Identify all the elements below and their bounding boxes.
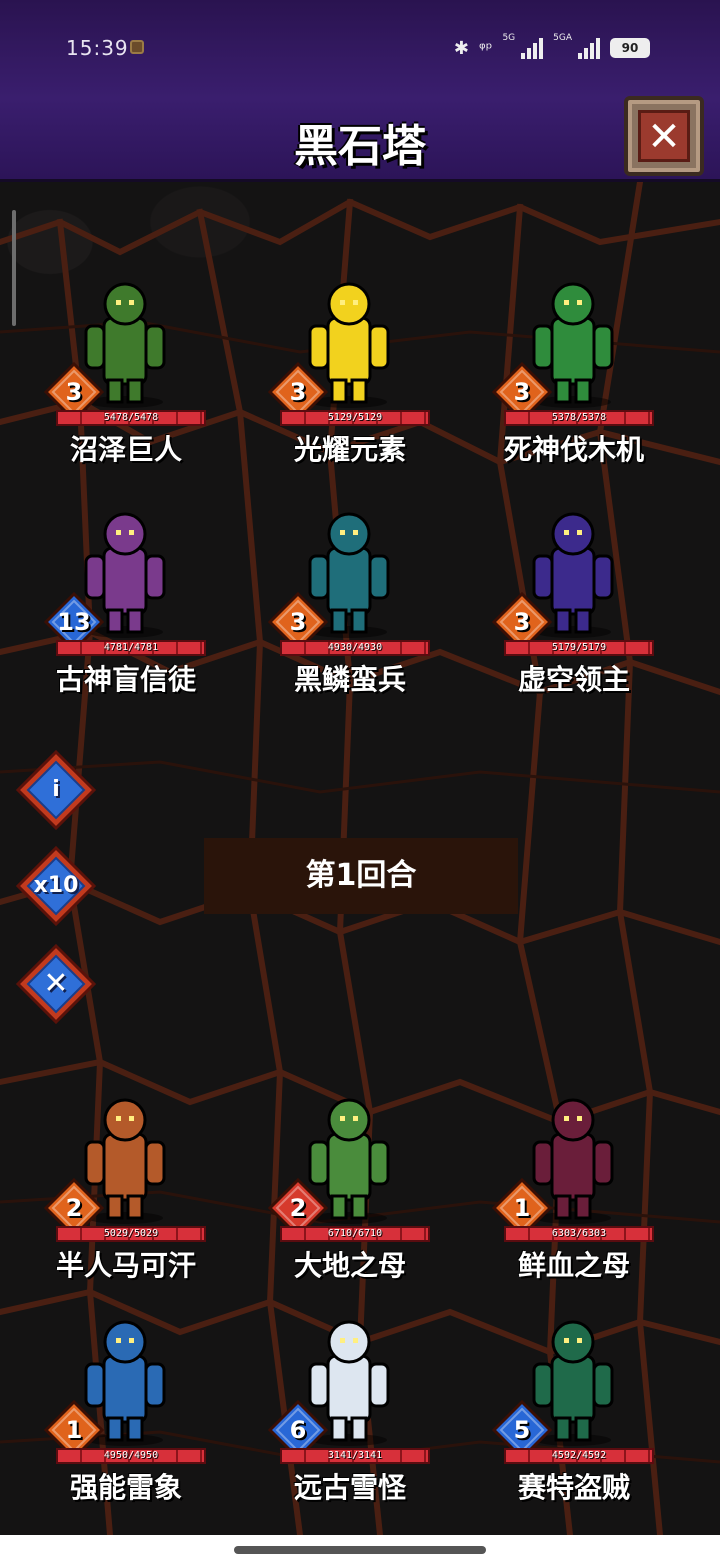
speed-x10-button[interactable]: x10 bbox=[15, 845, 97, 927]
unit-name: 光耀元素 bbox=[293, 433, 406, 466]
hotspot-icon: ᵠᵖ bbox=[478, 38, 493, 58]
close-button[interactable]: ✕ bbox=[624, 96, 704, 176]
status-time: 15:39 bbox=[66, 36, 129, 60]
unit-card[interactable]: 3 4930/4930 黑鳞蛮兵 bbox=[250, 500, 450, 710]
unit-card[interactable]: 1 6303/6303 鲜血之母 bbox=[474, 1086, 674, 1296]
hp-value: 5029/5029 bbox=[103, 1228, 159, 1239]
unit-name: 黑鳞蛮兵 bbox=[293, 663, 406, 696]
hp-bar: 4781/4781 bbox=[56, 640, 206, 656]
status-icons: ✱ ᵠᵖ 5G 5GA 90 bbox=[453, 33, 650, 62]
signal2-icon bbox=[578, 37, 600, 59]
scrollbar[interactable] bbox=[12, 210, 16, 326]
hp-value: 5378/5378 bbox=[551, 412, 607, 423]
hp-bar: 4950/4950 bbox=[56, 1448, 206, 1464]
unit-card[interactable]: 3 5378/5378 死神伐木机 bbox=[474, 270, 674, 480]
hp-value: 6303/6303 bbox=[551, 1228, 607, 1239]
unit-card[interactable]: 3 5179/5179 虚空领主 bbox=[474, 500, 674, 710]
signal1-label: 5G bbox=[502, 33, 516, 43]
unit-name: 古神盲信徒 bbox=[55, 663, 196, 696]
hp-bar: 5129/5129 bbox=[280, 410, 430, 426]
unit-card[interactable]: 5 4592/4592 赛特盗贼 bbox=[474, 1308, 674, 1518]
hp-bar: 3141/3141 bbox=[280, 1448, 430, 1464]
signal2-label: 5GA bbox=[553, 33, 572, 43]
app-notification-icon bbox=[130, 40, 144, 54]
header-bar: 15:39 ✱ ᵠᵖ 5G 5GA 90 黑石塔 ✕ bbox=[0, 0, 720, 182]
home-gesture-handle[interactable] bbox=[234, 1546, 486, 1554]
hp-value: 4950/4950 bbox=[103, 1450, 159, 1461]
hp-bar: 5179/5179 bbox=[504, 640, 654, 656]
hp-value: 4592/4592 bbox=[551, 1450, 607, 1461]
unit-name: 鲜血之母 bbox=[517, 1249, 630, 1282]
hp-bar: 5478/5478 bbox=[56, 410, 206, 426]
unit-card[interactable]: 3 5129/5129 光耀元素 bbox=[250, 270, 450, 480]
hp-value: 3141/3141 bbox=[327, 1450, 383, 1461]
hp-value: 4930/4930 bbox=[327, 642, 383, 653]
unit-card[interactable]: 6 3141/3141 远古雪怪 bbox=[250, 1308, 450, 1518]
hp-bar: 4592/4592 bbox=[504, 1448, 654, 1464]
unit-card[interactable]: 3 5478/5478 沼泽巨人 bbox=[26, 270, 226, 480]
status-bar: 15:39 ✱ ᵠᵖ 5G 5GA 90 bbox=[0, 28, 720, 68]
unit-name: 虚空领主 bbox=[517, 663, 630, 696]
hp-value: 5129/5129 bbox=[327, 412, 383, 423]
unit-card[interactable]: 2 5029/5029 半人马可汗 bbox=[26, 1086, 226, 1296]
battery-icon: 90 bbox=[610, 38, 650, 58]
unit-name: 大地之母 bbox=[293, 1249, 406, 1282]
page-title: 黑石塔 bbox=[294, 121, 426, 172]
unit-name: 死神伐木机 bbox=[503, 433, 644, 466]
cancel-button[interactable]: ✕ bbox=[15, 943, 97, 1025]
unit-name: 远古雪怪 bbox=[293, 1471, 406, 1504]
unit-name: 沼泽巨人 bbox=[69, 433, 182, 466]
system-nav-bar bbox=[0, 1535, 720, 1565]
round-banner: 第1回合 bbox=[204, 838, 518, 914]
unit-name: 赛特盗贼 bbox=[517, 1471, 630, 1504]
signal1-icon bbox=[521, 37, 544, 59]
hp-bar: 6710/6710 bbox=[280, 1226, 430, 1242]
hp-bar: 4930/4930 bbox=[280, 640, 430, 656]
hp-bar: 5029/5029 bbox=[56, 1226, 206, 1242]
unit-name: 半人马可汗 bbox=[55, 1249, 196, 1282]
unit-card[interactable]: 2 6710/6710 大地之母 bbox=[250, 1086, 450, 1296]
bluetooth-icon: ✱ bbox=[453, 37, 469, 59]
info-button[interactable]: i bbox=[15, 749, 97, 831]
battlefield: 3 5478/5478 沼泽巨人 3 5129/5129 光耀元素 3 5378/5378 死神… bbox=[0, 182, 720, 1535]
hp-value: 5179/5179 bbox=[551, 642, 607, 653]
unit-card[interactable]: 1 4950/4950 强能雷象 bbox=[26, 1308, 226, 1518]
unit-name: 强能雷象 bbox=[69, 1471, 182, 1504]
close-icon: ✕ bbox=[638, 110, 690, 162]
hp-value: 4781/4781 bbox=[103, 642, 159, 653]
unit-card[interactable]: 13 4781/4781 古神盲信徒 bbox=[26, 500, 226, 710]
hp-value: 6710/6710 bbox=[327, 1228, 383, 1239]
hp-bar: 6303/6303 bbox=[504, 1226, 654, 1242]
hp-value: 5478/5478 bbox=[103, 412, 159, 423]
hp-bar: 5378/5378 bbox=[504, 410, 654, 426]
